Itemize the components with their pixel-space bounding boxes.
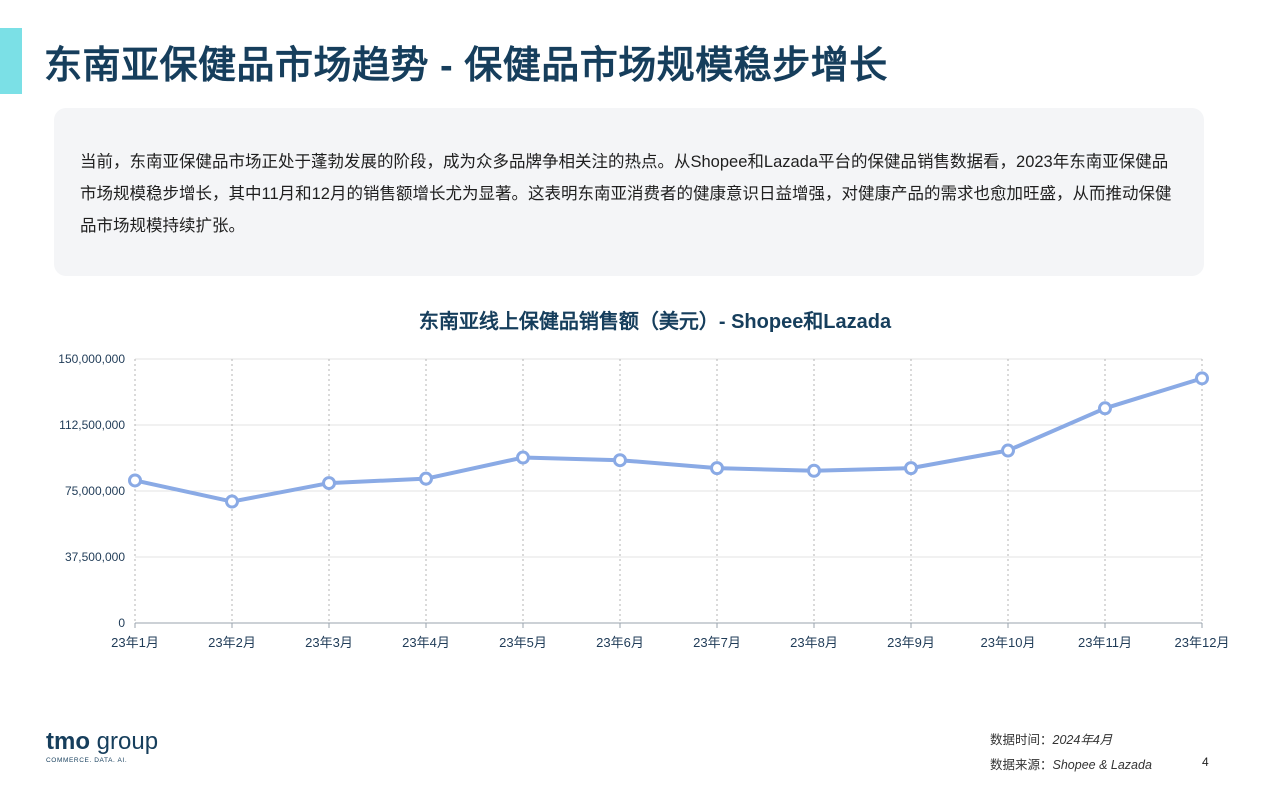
data-point (807, 463, 821, 478)
x-tick-label: 23年8月 (790, 635, 838, 650)
sales-line-chart: 0 37,500,000 75,000,000 112,500,000 150,000,… (58, 352, 1230, 650)
data-source-value: Shopee & Lazada (1052, 758, 1152, 772)
series-line (133, 376, 1204, 504)
data-point (710, 461, 724, 476)
y-tick-label: 75,000,000 (65, 484, 125, 498)
data-point (1098, 401, 1112, 416)
data-point (419, 471, 433, 486)
x-tick-label: 23年6月 (596, 635, 644, 650)
page-number: 4 (1202, 755, 1209, 769)
data-point (1195, 371, 1209, 386)
data-point (516, 450, 530, 465)
y-tick-label: 150,000,000 (58, 352, 125, 366)
logo-tagline: COMMERCE. DATA. AI. (46, 757, 128, 764)
x-tick-label: 23年3月 (305, 635, 353, 650)
logo-group: group (96, 728, 159, 755)
x-tick-label: 23年11月 (1078, 635, 1132, 650)
logo-wordmark: tmo group (46, 728, 158, 756)
data-time-label: 数据时间： (990, 733, 1053, 747)
x-tick-label: 23年4月 (402, 635, 450, 650)
data-time-value: 2024年4月 (1052, 733, 1113, 747)
page-title: 东南亚保健品市场趋势 - 保健品市场规模稳步增长 (44, 45, 888, 87)
x-tick-label: 23年12月 (1175, 635, 1230, 650)
data-point (225, 494, 239, 509)
logo-tmo: tmo (46, 728, 90, 755)
tmo-group-logo: tmo group COMMERCE. DATA. AI. (46, 728, 158, 764)
summary-text: 当前，东南亚保健品市场正处于蓬勃发展的阶段，成为众多品牌争相关注的热点。从Sho… (80, 153, 1172, 235)
x-tick-label: 23年10月 (981, 635, 1036, 650)
data-point (322, 476, 336, 491)
data-point (128, 473, 142, 488)
data-point (613, 453, 627, 468)
chart-title: 东南亚线上保健品销售额（美元）- Shopee和Lazada (418, 311, 892, 333)
x-tick-label: 23年7月 (693, 635, 741, 650)
data-point (904, 461, 918, 476)
x-tick-label: 23年2月 (208, 635, 256, 650)
data-point (1001, 443, 1015, 458)
y-tick-label: 37,500,000 (65, 550, 125, 564)
x-tick-label: 23年9月 (887, 635, 935, 650)
title-accent-bar (0, 28, 22, 94)
data-source: 数据来源：Shopee & Lazada (990, 754, 1152, 773)
y-tick-label: 0 (118, 616, 125, 630)
y-tick-label: 112,500,000 (59, 418, 125, 432)
data-source-label: 数据来源： (990, 758, 1053, 772)
x-tick-label: 23年1月 (111, 635, 159, 650)
x-tick-label: 23年5月 (499, 635, 547, 650)
summary-box: 当前，东南亚保健品市场正处于蓬勃发展的阶段，成为众多品牌争相关注的热点。从Sho… (54, 108, 1204, 276)
data-time: 数据时间：2024年4月 (990, 729, 1112, 748)
